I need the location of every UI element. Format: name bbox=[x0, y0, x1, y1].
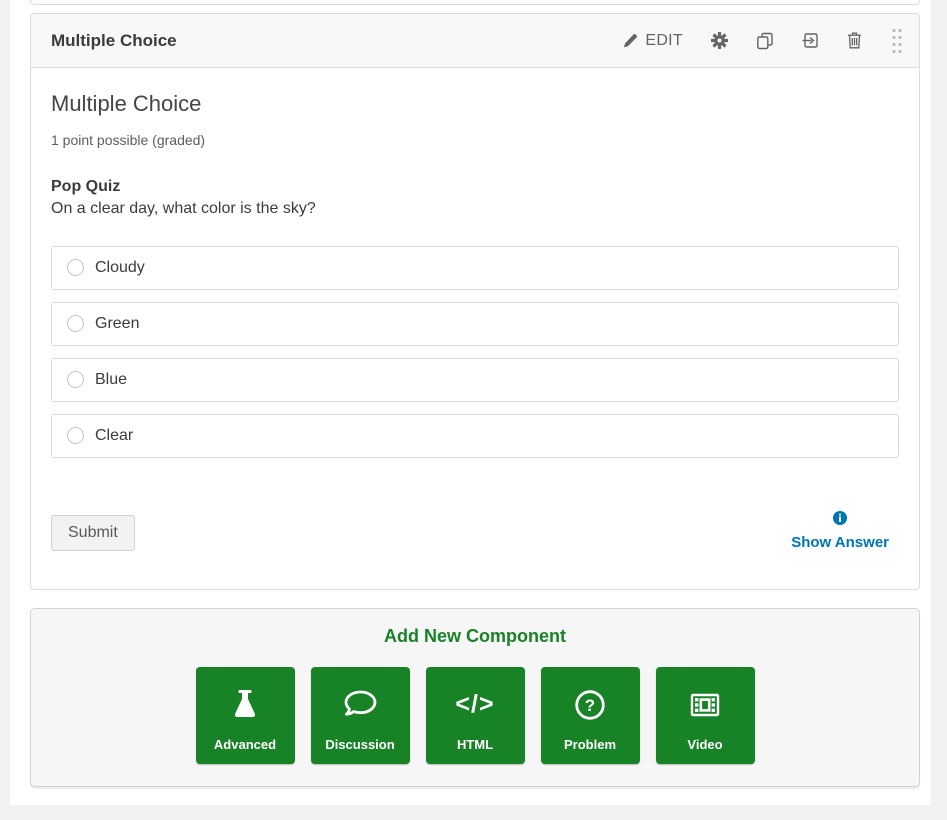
submit-row: Submit Show Answer bbox=[51, 511, 899, 551]
drag-handle-icon[interactable] bbox=[890, 25, 902, 57]
move-icon bbox=[802, 32, 819, 49]
radio-button[interactable] bbox=[67, 371, 84, 388]
add-video-button[interactable]: Video bbox=[656, 667, 755, 764]
radio-button[interactable] bbox=[67, 427, 84, 444]
add-new-component-panel: Add New Component Advanced bbox=[30, 608, 920, 787]
add-advanced-button[interactable]: Advanced bbox=[196, 667, 295, 764]
radio-button[interactable] bbox=[67, 259, 84, 276]
add-discussion-button[interactable]: Discussion bbox=[311, 667, 410, 764]
trash-icon bbox=[847, 32, 862, 49]
previous-component-edge bbox=[30, 0, 920, 5]
points-possible-text: 1 point possible (graded) bbox=[51, 132, 899, 148]
film-icon bbox=[687, 667, 723, 737]
question-title: Pop Quiz bbox=[51, 178, 899, 196]
option-label: Clear bbox=[95, 427, 133, 445]
add-button-label: Problem bbox=[564, 737, 616, 764]
edit-button[interactable]: EDIT bbox=[622, 32, 683, 50]
component-actions: EDIT bbox=[622, 25, 902, 57]
problem-heading: Multiple Choice bbox=[51, 90, 899, 118]
info-icon bbox=[833, 511, 847, 530]
answer-option-cloudy[interactable]: Cloudy bbox=[51, 246, 899, 290]
pencil-icon bbox=[622, 33, 638, 49]
speech-bubble-icon bbox=[341, 667, 379, 737]
show-answer-link[interactable]: Show Answer bbox=[791, 511, 889, 551]
move-button[interactable] bbox=[802, 32, 819, 49]
answer-option-clear[interactable]: Clear bbox=[51, 414, 899, 458]
svg-text:?: ? bbox=[585, 696, 595, 715]
add-problem-button[interactable]: ? Problem bbox=[541, 667, 640, 764]
component-header: Multiple Choice EDIT bbox=[31, 14, 919, 68]
answer-options: Cloudy Green Blue Clear bbox=[51, 246, 899, 458]
question-circle-icon: ? bbox=[572, 667, 608, 737]
flask-icon bbox=[227, 667, 263, 737]
submit-button[interactable]: Submit bbox=[51, 515, 135, 551]
answer-option-blue[interactable]: Blue bbox=[51, 358, 899, 402]
option-label: Green bbox=[95, 315, 139, 333]
code-icon: </> bbox=[455, 667, 494, 737]
add-button-label: Video bbox=[687, 737, 722, 764]
edit-button-label: EDIT bbox=[645, 32, 683, 50]
add-html-button[interactable]: </> HTML bbox=[426, 667, 525, 764]
component-title: Multiple Choice bbox=[51, 31, 177, 51]
problem-body: Multiple Choice 1 point possible (graded… bbox=[31, 68, 919, 589]
add-button-label: Advanced bbox=[214, 737, 276, 764]
show-answer-label: Show Answer bbox=[791, 534, 889, 551]
answer-option-green[interactable]: Green bbox=[51, 302, 899, 346]
duplicate-icon bbox=[756, 32, 774, 50]
duplicate-button[interactable] bbox=[756, 32, 774, 50]
add-button-label: Discussion bbox=[325, 737, 394, 764]
radio-button[interactable] bbox=[67, 315, 84, 332]
page-content: Multiple Choice EDIT bbox=[10, 0, 931, 805]
settings-button[interactable] bbox=[711, 32, 728, 49]
add-new-component-title: Add New Component bbox=[31, 626, 919, 647]
option-label: Blue bbox=[95, 371, 127, 389]
option-label: Cloudy bbox=[95, 259, 145, 277]
component-card: Multiple Choice EDIT bbox=[30, 13, 920, 590]
add-component-buttons: Advanced Discussion </> HTML bbox=[31, 667, 919, 764]
question-text: On a clear day, what color is the sky? bbox=[51, 200, 899, 218]
gear-icon bbox=[711, 32, 728, 49]
delete-button[interactable] bbox=[847, 32, 862, 49]
add-button-label: HTML bbox=[457, 737, 493, 764]
